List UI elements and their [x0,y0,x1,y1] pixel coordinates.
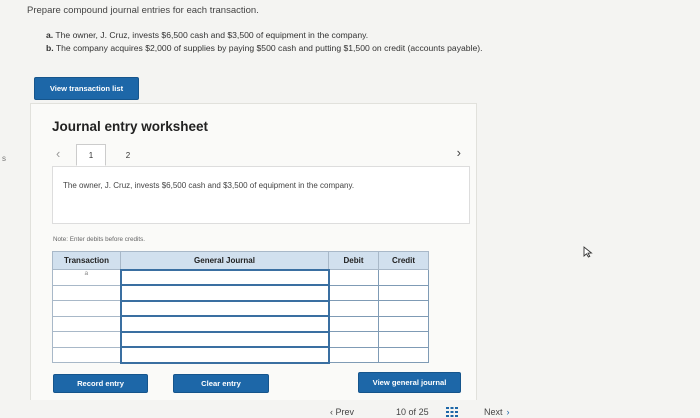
account-input[interactable] [119,330,330,348]
chevron-right-icon: › [506,407,510,417]
page-total: 25 [418,407,429,417]
transaction-item: b. The company acquires $2,000 of suppli… [46,42,483,55]
transaction-cell [52,300,121,317]
account-input[interactable] [119,346,330,364]
transaction-item: a. The owner, J. Cruz, invests $6,500 ca… [46,29,483,42]
record-entry-button[interactable]: Record entry [53,374,148,393]
transaction-letter: b. [46,42,54,53]
note-text: Note: Enter debits before credits. [53,236,146,243]
next-label: Next [484,407,503,417]
edge-mark: s [2,154,6,163]
credit-input[interactable] [378,300,429,317]
transaction-cell [52,284,121,301]
account-input[interactable] [119,315,330,333]
worksheet-pager: ‹ 1 2 › [52,144,477,166]
bottom-navigation: ‹ Prev 10 of 25 Next › [0,404,700,418]
credit-column-header: Credit [378,251,429,270]
view-general-journal-button[interactable]: View general journal [358,372,461,393]
table-row [52,315,429,333]
transaction-text: The owner, J. Cruz, invests $6,500 cash … [55,30,369,40]
transaction-cell [52,315,121,332]
credit-input[interactable] [378,315,429,332]
transaction-description-box: The owner, J. Cruz, invests $6,500 cash … [52,166,470,224]
general-journal-column-header: General Journal [120,251,329,270]
journal-entry-rows: a [52,268,429,364]
view-transaction-list-button[interactable]: View transaction list [34,77,139,100]
clear-entry-button[interactable]: Clear entry [173,374,269,393]
account-input[interactable] [119,284,330,302]
table-header-row: Transaction General Journal Debit Credit [52,251,429,270]
debit-input[interactable] [328,284,379,301]
debit-input[interactable] [328,315,379,332]
mouse-cursor-icon [583,246,593,258]
debit-column-header: Debit [328,251,379,270]
credit-input[interactable] [378,269,429,286]
debit-input[interactable] [328,331,379,348]
worksheet-title: Journal entry worksheet [52,119,209,134]
debit-input[interactable] [328,300,379,317]
chevron-right-icon[interactable]: › [457,145,461,160]
credit-input[interactable] [378,284,429,301]
credit-input[interactable] [378,346,429,363]
transaction-column-header: Transaction [52,251,121,270]
page-counter: 10 of 25 [396,407,429,417]
page-tab-2[interactable]: 2 [113,144,143,166]
transaction-text: The company acquires $2,000 of supplies … [55,42,483,53]
transaction-list: a. The owner, J. Cruz, invests $6,500 ca… [46,29,483,54]
page-current: 10 [396,407,407,417]
next-question-link[interactable]: Next › [484,407,510,417]
table-row: a [52,268,429,286]
instructions-text: Prepare compound journal entries for eac… [27,5,259,16]
table-row [52,299,429,317]
account-input[interactable] [119,299,330,317]
debit-input[interactable] [328,346,379,363]
transaction-cell: a [52,269,121,286]
transaction-description: The owner, J. Cruz, invests $6,500 cash … [63,181,355,190]
chevron-left-icon[interactable]: ‹ [56,146,60,161]
grid-icon[interactable] [446,407,458,417]
transaction-letter: a. [46,30,54,40]
prev-question-link[interactable]: ‹ Prev [330,407,354,417]
page-tab-1[interactable]: 1 [76,144,106,166]
transaction-cell [52,346,121,363]
table-row [52,330,429,348]
page-of: of [408,407,417,417]
transaction-cell [52,331,121,348]
table-row [52,284,429,302]
prev-label: Prev [335,407,355,417]
journal-entry-table: Transaction General Journal Debit Credit… [52,251,429,364]
account-input[interactable] [119,268,330,286]
table-row [52,346,429,364]
credit-input[interactable] [378,331,429,348]
debit-input[interactable] [328,269,379,286]
